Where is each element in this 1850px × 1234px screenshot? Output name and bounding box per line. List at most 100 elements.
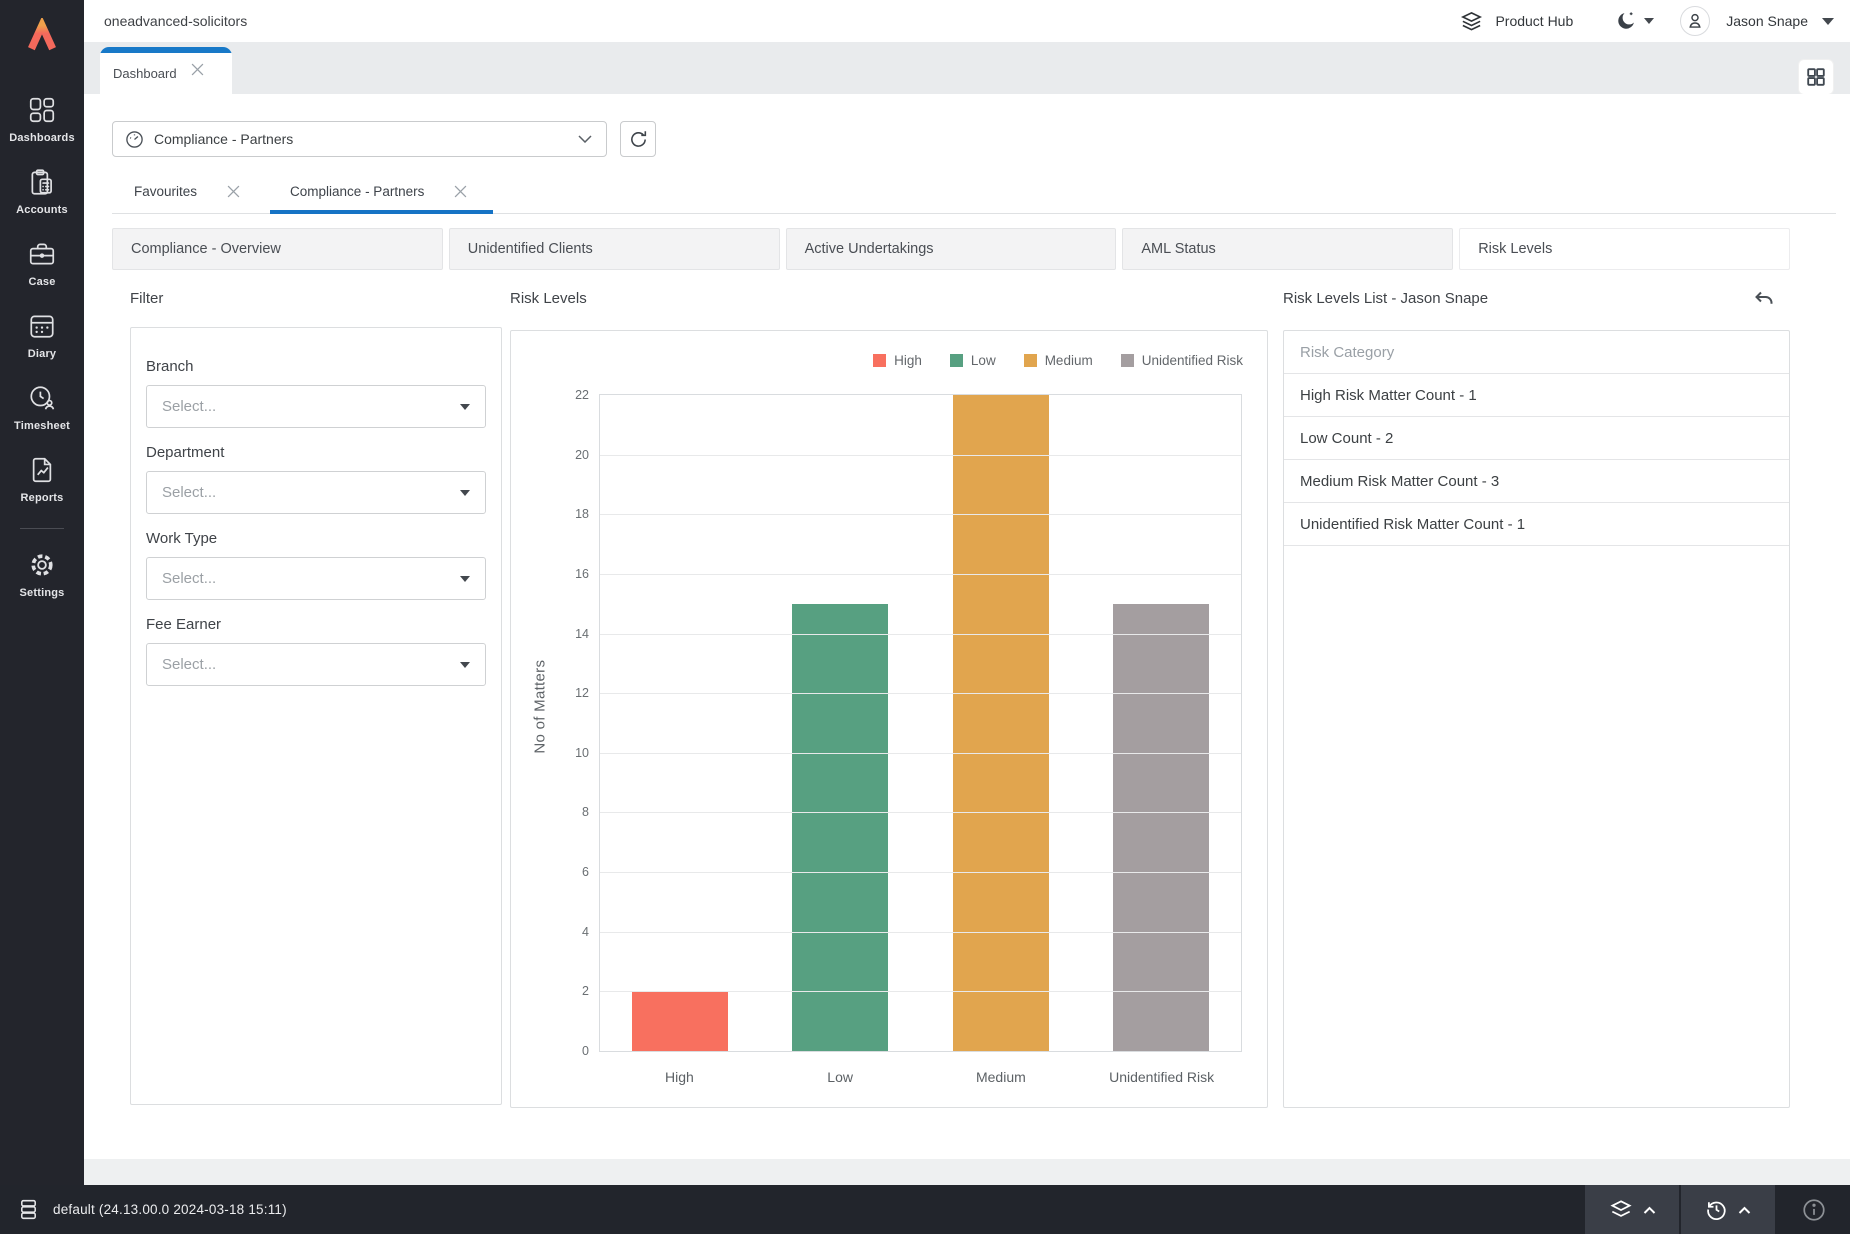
- close-icon[interactable]: [454, 185, 467, 198]
- calendar-icon: [27, 311, 57, 341]
- widget-tab-active-undertakings[interactable]: Active Undertakings: [786, 228, 1117, 270]
- info-icon[interactable]: [1797, 1193, 1831, 1227]
- brand-logo-icon[interactable]: [22, 16, 62, 56]
- sidebar: Dashboards Accounts Case: [0, 0, 84, 1185]
- x-tick-label: Medium: [921, 1069, 1082, 1085]
- risk-levels-chart-panel: HighLowMediumUnidentified Risk No of Mat…: [510, 330, 1268, 1108]
- close-icon[interactable]: [227, 185, 240, 198]
- x-tick-label: Low: [760, 1069, 921, 1085]
- undo-icon[interactable]: [1752, 286, 1780, 314]
- risk-list-row[interactable]: Unidentified Risk Matter Count - 1: [1284, 503, 1789, 546]
- window-tab-dashboard[interactable]: Dashboard: [100, 47, 232, 94]
- history-button[interactable]: [1681, 1185, 1775, 1234]
- department-select[interactable]: Select...: [146, 471, 486, 514]
- tab-compliance-partners[interactable]: Compliance - Partners: [268, 170, 495, 213]
- work-type-select[interactable]: Select...: [146, 557, 486, 600]
- branch-select[interactable]: Select...: [146, 385, 486, 428]
- layout-switcher-button[interactable]: [1585, 1185, 1679, 1234]
- legend-item-high[interactable]: High: [873, 353, 922, 368]
- x-tick-label: High: [599, 1069, 760, 1085]
- legend-item-low[interactable]: Low: [950, 353, 996, 368]
- bar-medium[interactable]: [953, 395, 1049, 1051]
- workspace-name: oneadvanced-solicitors: [104, 13, 247, 29]
- fee-earner-select[interactable]: Select...: [146, 643, 486, 686]
- filter-panel-title: Filter: [130, 290, 163, 307]
- gridline: [600, 693, 1241, 694]
- gear-icon: [27, 550, 57, 580]
- close-icon[interactable]: [191, 63, 204, 76]
- product-hub-label: Product Hub: [1495, 13, 1573, 29]
- filter-panel: Branch Select... Department Select... Wo…: [130, 327, 502, 1105]
- sidebar-item-label: Settings: [20, 587, 65, 599]
- sidebar-item-settings[interactable]: Settings: [0, 539, 84, 611]
- bar-low[interactable]: [792, 604, 888, 1051]
- risk-list-title: Risk Levels List - Jason Snape: [1283, 290, 1488, 307]
- y-tick-label: 18: [575, 507, 589, 521]
- user-name[interactable]: Jason Snape: [1726, 13, 1808, 29]
- legend-item-medium[interactable]: Medium: [1024, 353, 1093, 368]
- gridline: [600, 514, 1241, 515]
- y-tick-label: 20: [575, 448, 589, 462]
- risk-list-column-header: Risk Category: [1284, 331, 1789, 374]
- legend-label: Unidentified Risk: [1142, 353, 1243, 368]
- moon-icon: [1615, 10, 1637, 32]
- risk-list-row[interactable]: Low Count - 2: [1284, 417, 1789, 460]
- gridline: [600, 872, 1241, 873]
- y-axis-label: No of Matters: [532, 642, 549, 772]
- sidebar-item-label: Timesheet: [14, 420, 70, 432]
- risk-list-row[interactable]: High Risk Matter Count - 1: [1284, 374, 1789, 417]
- sidebar-item-timesheet[interactable]: Timesheet: [0, 372, 84, 444]
- gridline: [600, 574, 1241, 575]
- sidebar-item-reports[interactable]: Reports: [0, 444, 84, 516]
- department-label: Department: [146, 444, 486, 461]
- sidebar-item-dashboards[interactable]: Dashboards: [0, 84, 84, 156]
- chevron-down-icon: [460, 576, 470, 582]
- product-hub-button[interactable]: Product Hub: [1460, 10, 1573, 33]
- risk-list-row[interactable]: Medium Risk Matter Count - 3: [1284, 460, 1789, 503]
- legend-item-unidentified-risk[interactable]: Unidentified Risk: [1121, 353, 1243, 368]
- theme-menu-button[interactable]: [1615, 10, 1654, 32]
- widget-tab-risk-levels[interactable]: Risk Levels: [1459, 228, 1790, 270]
- sidebar-item-label: Dashboards: [9, 132, 75, 144]
- database-icon: [17, 1198, 40, 1221]
- status-bar: default (24.13.00.0 2024-03-18 15:11): [0, 1185, 1850, 1234]
- gridline: [600, 753, 1241, 754]
- window-tab-label: Dashboard: [113, 66, 177, 81]
- risk-list-rows: High Risk Matter Count - 1Low Count - 2M…: [1284, 374, 1789, 546]
- refresh-icon: [628, 129, 649, 150]
- tab-label: Compliance - Partners: [290, 184, 424, 199]
- user-menu-chevron-icon[interactable]: [1822, 18, 1834, 25]
- refresh-button[interactable]: [620, 121, 656, 157]
- widget-tab-unidentified-clients[interactable]: Unidentified Clients: [449, 228, 780, 270]
- widget-tab-aml-status[interactable]: AML Status: [1122, 228, 1453, 270]
- tab-label: Favourites: [134, 184, 197, 199]
- select-placeholder: Select...: [162, 484, 460, 501]
- legend-swatch: [1024, 354, 1037, 367]
- y-tick-label: 14: [575, 627, 589, 641]
- fee-earner-label: Fee Earner: [146, 616, 486, 633]
- dashboard-selector[interactable]: Compliance - Partners: [112, 121, 607, 157]
- briefcase-icon: [27, 239, 57, 269]
- sidebar-item-label: Reports: [21, 492, 64, 504]
- avatar[interactable]: [1680, 6, 1710, 36]
- layout-grid-button[interactable]: [1798, 59, 1834, 95]
- sidebar-item-diary[interactable]: Diary: [0, 300, 84, 372]
- sidebar-item-label: Diary: [28, 348, 57, 360]
- gridline: [600, 991, 1241, 992]
- report-document-icon: [27, 455, 57, 485]
- dashboard-selector-value: Compliance - Partners: [154, 131, 578, 147]
- tab-favourites[interactable]: Favourites: [112, 170, 268, 213]
- layers-icon: [1608, 1197, 1634, 1223]
- bar-high[interactable]: [632, 991, 728, 1051]
- sidebar-item-label: Case: [28, 276, 55, 288]
- sidebar-item-case[interactable]: Case: [0, 228, 84, 300]
- sidebar-item-accounts[interactable]: Accounts: [0, 156, 84, 228]
- version-text: default (24.13.00.0 2024-03-18 15:11): [53, 1202, 287, 1217]
- chart-panel-title: Risk Levels: [510, 290, 587, 307]
- y-tick-label: 16: [575, 567, 589, 581]
- bar-unidentified-risk[interactable]: [1113, 604, 1209, 1051]
- widget-tab-compliance-overview[interactable]: Compliance - Overview: [112, 228, 443, 270]
- sidebar-item-label: Accounts: [16, 204, 68, 216]
- chevron-down-icon: [460, 404, 470, 410]
- sidebar-nav: Dashboards Accounts Case: [0, 84, 84, 611]
